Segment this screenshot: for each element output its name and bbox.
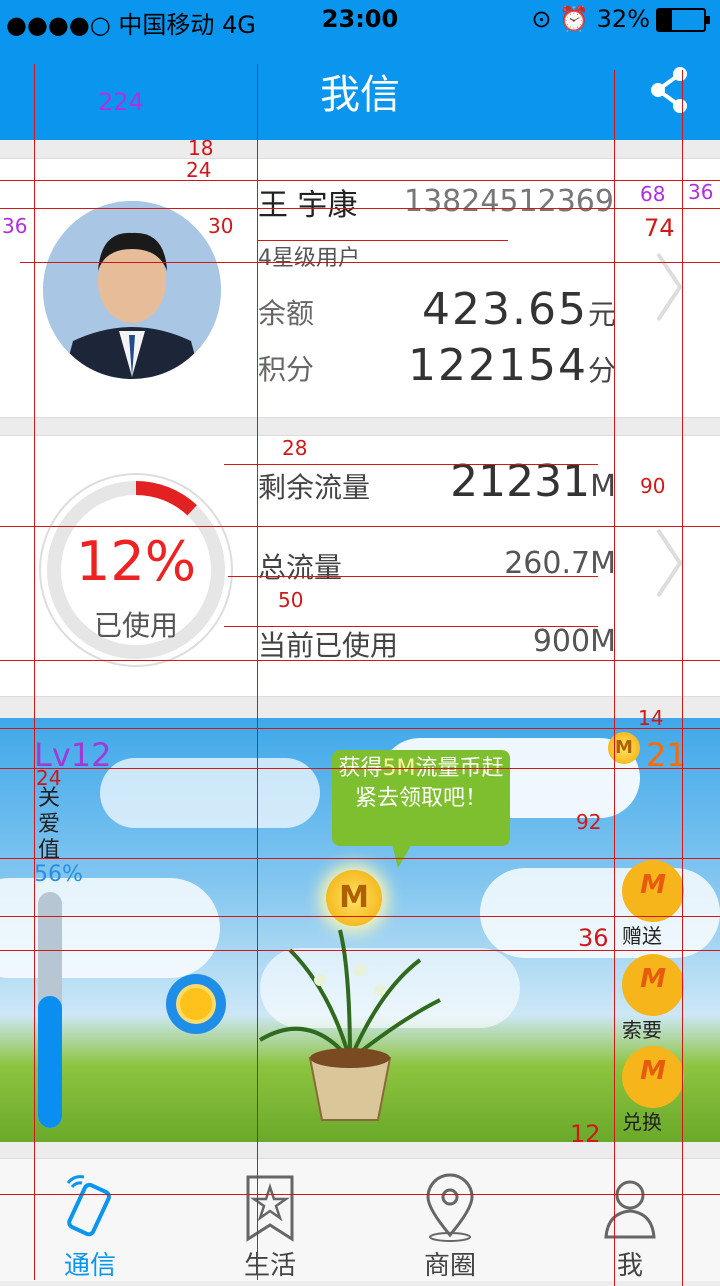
location-pin-icon [426, 1173, 474, 1242]
balance-label: 余额 [258, 297, 315, 330]
phone-icon [66, 1175, 111, 1237]
user-name: 王 宇康 [258, 188, 358, 223]
tab-bar: 通信 生活 商圈 我 [0, 1158, 720, 1281]
exchange-button[interactable]: M [622, 1046, 684, 1108]
orchid-plant[interactable] [250, 910, 450, 1130]
points-value: 122154分 [408, 340, 616, 391]
chevron-right-icon[interactable] [654, 528, 684, 598]
usage-caption: 已使用 [93, 609, 178, 642]
tab-communication[interactable]: 通信 [0, 1159, 180, 1281]
tab-label: 商圈 [423, 1251, 476, 1281]
avatar[interactable] [43, 201, 221, 379]
reward-bubble[interactable]: 获得5M流量币赶紧去领取吧！ [332, 750, 510, 868]
remaining-label: 剩余流量 [258, 471, 371, 504]
care-progress-bar [38, 892, 62, 1128]
star-bookmark-icon [246, 1175, 294, 1242]
status-bar: ●●●●○ 中国移动 4G 23:00 ⊙ ⏰ 32% [0, 0, 720, 40]
tab-label: 生活 [243, 1251, 296, 1281]
user-icon [604, 1180, 656, 1239]
battery-icon [656, 8, 710, 32]
care-label: 关爱值 [38, 786, 61, 863]
tab-me[interactable]: 我 [540, 1159, 720, 1281]
share-icon[interactable] [650, 66, 690, 114]
user-phone: 13824512369 [404, 184, 614, 219]
battery-percent: ⊙ ⏰ 32% [531, 5, 650, 33]
user-level: 4星级用户 [258, 246, 360, 271]
care-percent: 56% [34, 862, 83, 887]
tab-business-circle[interactable]: 商圈 [360, 1159, 540, 1281]
current-used-value: 900M [532, 624, 616, 659]
gift-button[interactable]: M [622, 860, 684, 922]
points-label: 积分 [258, 353, 315, 386]
balance-value: 423.65元 [422, 284, 616, 335]
tab-label: 我 [616, 1251, 643, 1281]
care-progress-fill [38, 995, 62, 1128]
current-used-label: 当前已使用 [258, 629, 399, 662]
tab-label: 通信 [63, 1251, 116, 1281]
coin-icon: M [608, 732, 640, 764]
request-button[interactable]: M [622, 954, 684, 1016]
total-label: 总流量 [258, 551, 343, 584]
usage-percent: 12% [75, 530, 197, 593]
tab-life[interactable]: 生活 [180, 1159, 360, 1281]
top-bar: ●●●●○ 中国移动 4G 23:00 ⊙ ⏰ 32% 我信 [0, 0, 720, 140]
sun-icon[interactable] [166, 974, 226, 1034]
